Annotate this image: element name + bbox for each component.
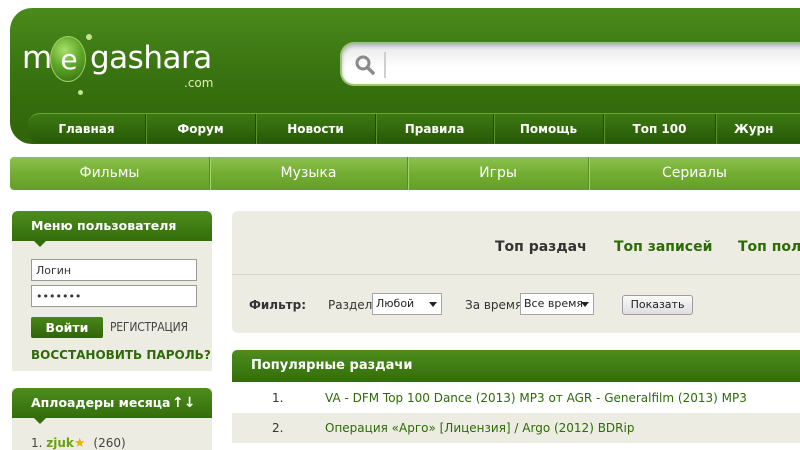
nav-item-home[interactable]: Главная <box>28 113 146 144</box>
list-item-link[interactable]: Операция «Арго» [Лицензия] / Argo (2012)… <box>325 413 634 443</box>
time-label: За время <box>465 298 523 312</box>
password-field[interactable] <box>31 285 197 307</box>
section-select-value: Любой <box>376 297 415 310</box>
list-item-link[interactable]: VA - DFM Top 100 Dance (2013) MP3 от AGR… <box>325 383 747 413</box>
uploader-rank: 1. <box>31 436 43 450</box>
top-tabs-panel: Топ раздач Топ записей Топ поль Фильтр: … <box>232 211 800 333</box>
main-nav: Главная Форум Новости Правила Помощь Топ… <box>28 113 800 144</box>
category-games[interactable]: Игры <box>408 157 589 190</box>
logo-text-suffix: gashara <box>90 40 212 76</box>
login-field[interactable] <box>31 259 197 281</box>
user-menu-title: Меню пользователя <box>12 211 212 247</box>
section-label: Раздел <box>328 298 373 312</box>
search-input[interactable] <box>340 42 800 86</box>
sort-arrows-icon[interactable]: ↑↓ <box>172 388 195 418</box>
logo-text-prefix: m <box>22 40 52 76</box>
nav-item-help[interactable]: Помощь <box>494 113 604 144</box>
list-item-number: 2. <box>272 421 284 435</box>
time-select[interactable]: Все время <box>520 293 594 315</box>
logo-ball-icon: e <box>50 36 86 82</box>
logo-dot-icon <box>86 34 92 40</box>
logo-dot-icon <box>78 90 83 95</box>
site-header: m e gashara .com Главная Форум Новости П… <box>10 8 800 144</box>
user-menu-box: Меню пользователя Войти РЕГИСТРАЦИЯ ВОСС… <box>12 211 212 371</box>
uploader-count: (260) <box>93 436 126 450</box>
filter-label: Фильтр: <box>249 298 307 312</box>
restore-password-link[interactable]: ВОССТАНОВИТЬ ПАРОЛЬ? <box>31 348 211 362</box>
category-series[interactable]: Сериалы <box>589 157 800 190</box>
search-divider <box>384 52 386 78</box>
register-link[interactable]: РЕГИСТРАЦИЯ <box>110 320 188 334</box>
uploader-name[interactable]: zjuk <box>46 436 74 450</box>
category-music[interactable]: Музыка <box>210 157 408 190</box>
uploaders-box: Аплоадеры месяца ↑↓ 1. zjuk★ (260) <box>12 388 212 450</box>
panel-divider <box>232 274 800 275</box>
show-button[interactable]: Показать <box>622 295 693 315</box>
logo-domain: .com <box>184 76 214 90</box>
tab-top-records[interactable]: Топ записей <box>614 239 712 255</box>
nav-item-rules[interactable]: Правила <box>376 113 494 144</box>
uploader-row: 1. zjuk★ (260) <box>31 436 126 450</box>
time-select-value: Все время <box>524 297 584 310</box>
star-icon: ★ <box>73 436 86 450</box>
tab-top-users[interactable]: Топ поль <box>738 239 800 255</box>
chevron-down-icon <box>429 302 437 307</box>
nav-item-forum[interactable]: Форум <box>146 113 256 144</box>
login-button[interactable]: Войти <box>31 317 103 338</box>
popular-list-title: Популярные раздачи <box>232 350 800 382</box>
category-movies[interactable]: Фильмы <box>10 157 210 190</box>
list-item: 2. Операция «Арго» [Лицензия] / Argo (20… <box>232 413 800 443</box>
tab-top-torrents[interactable]: Топ раздач <box>495 239 587 255</box>
section-select[interactable]: Любой <box>372 293 442 315</box>
nav-item-news[interactable]: Новости <box>256 113 376 144</box>
site-logo[interactable]: m e gashara .com <box>22 34 232 96</box>
list-item: 1. VA - DFM Top 100 Dance (2013) MP3 от … <box>232 383 800 413</box>
category-bar: Фильмы Музыка Игры Сериалы <box>10 157 800 190</box>
nav-item-top100[interactable]: Топ 100 <box>604 113 716 144</box>
list-item-number: 1. <box>272 391 284 405</box>
nav-item-journal[interactable]: Журн <box>716 114 800 144</box>
uploaders-title-text: Аплоадеры месяца <box>31 395 171 410</box>
uploaders-title: Аплоадеры месяца ↑↓ <box>12 388 212 424</box>
search-icon[interactable] <box>354 54 376 76</box>
chevron-down-icon <box>581 302 589 307</box>
